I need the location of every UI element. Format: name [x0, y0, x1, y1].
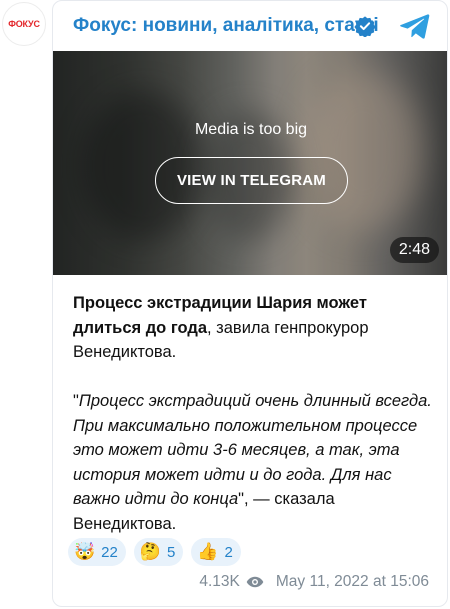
exploding-head-emoji-icon: 🤯: [74, 542, 96, 561]
media-too-big-text: Media is too big: [194, 121, 308, 138]
channel-avatar[interactable]: ФОКУС: [2, 2, 46, 46]
reaction-count: 5: [167, 543, 176, 561]
reaction-count: 2: [224, 543, 233, 561]
reaction-exploding-head[interactable]: 🤯 22: [68, 538, 126, 566]
media-placeholder[interactable]: Media is too big VIEW IN TELEGRAM 2:48: [53, 51, 447, 275]
thumbs-up-emoji-icon: 👍: [197, 542, 219, 561]
reactions-bar: 🤯 22 🤔 5 👍 2: [68, 538, 241, 566]
channel-title[interactable]: Фокус: новини, аналітика, статті: [73, 15, 379, 37]
reaction-thinking[interactable]: 🤔 5: [133, 538, 184, 566]
view-in-telegram-button[interactable]: VIEW IN TELEGRAM: [155, 157, 348, 204]
reaction-thumbs-up[interactable]: 👍 2: [191, 538, 241, 566]
post-lead: Процесс экстрадиции Шария может длиться …: [73, 291, 433, 365]
message-timestamp[interactable]: May 11, 2022 at 15:06: [276, 573, 429, 591]
thinking-face-emoji-icon: 🤔: [139, 542, 162, 561]
post-quote: "Процесс экстрадиций очень длинный всегд…: [73, 389, 433, 536]
verified-badge-icon: [354, 16, 376, 37]
video-duration-badge: 2:48: [389, 237, 439, 263]
eye-icon: [246, 576, 264, 588]
telegram-icon[interactable]: [400, 13, 430, 39]
message-header: Фокус: новини, аналітика, статті: [53, 1, 447, 51]
view-count: 4.13K: [199, 573, 240, 590]
post-text: Процесс экстрадиции Шария может длиться …: [73, 291, 433, 536]
message-footer: 4.13K May 11, 2022 at 15:06: [199, 573, 429, 591]
avatar-logo-text: ФОКУС: [8, 19, 40, 29]
message-card: Фокус: новини, аналітика, статті Media i…: [52, 0, 448, 607]
reaction-count: 22: [101, 543, 118, 561]
